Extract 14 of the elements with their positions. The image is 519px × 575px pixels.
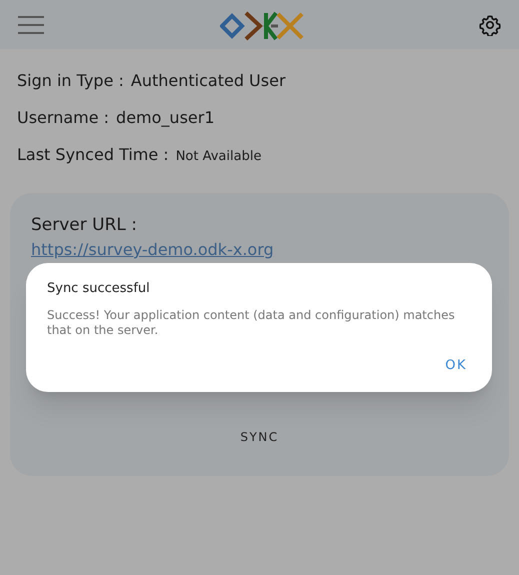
ok-button[interactable]: OK: [441, 356, 471, 375]
sync-button[interactable]: SYNC: [228, 424, 291, 450]
settings-icon[interactable]: [479, 14, 501, 36]
info-value: Not Available: [176, 148, 262, 166]
dialog-title: Sync successful: [47, 280, 151, 298]
server-label: Server URL :: [31, 214, 138, 237]
info-value: demo_user1: [116, 107, 214, 129]
dialog-message: Success! Your application content (data and configuration) matches that on the server.: [47, 308, 456, 338]
info-label: Last Synced Time :: [17, 144, 169, 166]
info-label: Username :: [17, 107, 110, 129]
menu-icon[interactable]: [18, 16, 44, 34]
server-url-link[interactable]: https://survey-demo.odk-x.org: [31, 238, 274, 262]
info-label: Sign in Type :: [17, 70, 124, 92]
info-value: Authenticated User: [130, 70, 286, 92]
